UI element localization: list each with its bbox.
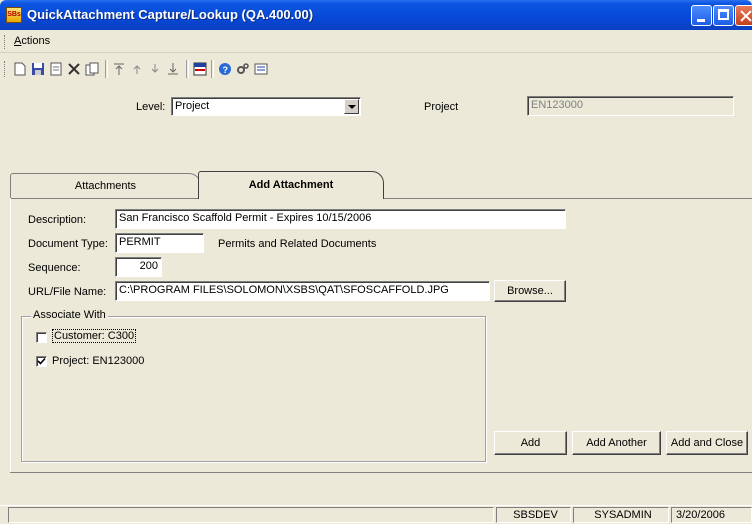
sequence-field[interactable]: 200 bbox=[115, 257, 162, 277]
copy-icon[interactable] bbox=[85, 62, 99, 76]
add-another-button[interactable]: Add Another bbox=[572, 431, 661, 455]
customer-checkbox[interactable] bbox=[36, 332, 47, 343]
first-record-icon[interactable] bbox=[112, 62, 126, 76]
close-button[interactable] bbox=[735, 5, 752, 26]
note-icon[interactable] bbox=[254, 62, 268, 76]
project-label: Project bbox=[424, 101, 459, 113]
tab-attachments[interactable]: Attachments bbox=[10, 173, 201, 198]
tab-panel-edge bbox=[10, 198, 11, 472]
save-icon[interactable] bbox=[31, 62, 45, 76]
description-field[interactable]: San Francisco Scaffold Permit - Expires … bbox=[115, 209, 566, 229]
previous-record-icon[interactable] bbox=[130, 62, 144, 76]
level-dropdown[interactable]: Project bbox=[171, 97, 361, 116]
project-checkbox-label[interactable]: Project: EN123000 bbox=[52, 355, 144, 367]
document-type-description: Permits and Related Documents bbox=[218, 238, 377, 250]
project-checkbox[interactable] bbox=[36, 356, 47, 367]
maximize-button[interactable] bbox=[713, 5, 734, 26]
url-field[interactable]: C:\PROGRAM FILES\SOLOMON\XSBS\QAT\SFOSCA… bbox=[115, 281, 490, 301]
browse-button[interactable]: Browse... bbox=[494, 280, 566, 302]
level-label: Level: bbox=[136, 101, 166, 113]
svg-text:?: ? bbox=[223, 65, 229, 75]
window-title: QuickAttachment Capture/Lookup (QA.400.0… bbox=[27, 7, 314, 22]
new-document-icon[interactable] bbox=[13, 62, 27, 76]
associate-with-title: Associate With bbox=[31, 309, 108, 321]
add-button[interactable]: Add bbox=[494, 431, 567, 455]
tools-icon[interactable] bbox=[236, 62, 250, 76]
checkmark-icon bbox=[37, 357, 46, 365]
menu-grip bbox=[4, 35, 7, 49]
toolbar-separator bbox=[186, 60, 189, 78]
sequence-label: Sequence: bbox=[28, 262, 81, 274]
level-value: Project bbox=[175, 100, 210, 112]
status-date: 3/20/2006 bbox=[671, 507, 752, 523]
edit-icon[interactable] bbox=[49, 62, 63, 76]
project-field[interactable]: EN123000 bbox=[527, 96, 734, 116]
next-record-icon[interactable] bbox=[148, 62, 162, 76]
delete-icon[interactable] bbox=[67, 62, 81, 76]
status-database: SBSDEV bbox=[496, 507, 571, 523]
minimize-button[interactable] bbox=[691, 5, 712, 26]
tab-add-attachment[interactable]: Add Attachment bbox=[198, 171, 384, 199]
toolbar-separator bbox=[105, 60, 108, 78]
customer-checkbox-label[interactable]: Customer: C300 bbox=[52, 329, 137, 343]
toolbar-separator bbox=[211, 60, 214, 78]
description-label: Description: bbox=[28, 214, 87, 226]
menu-bar bbox=[0, 30, 752, 53]
menu-actions[interactable]: Actions bbox=[14, 35, 50, 47]
chevron-down-icon[interactable] bbox=[344, 99, 359, 114]
last-record-icon[interactable] bbox=[166, 62, 180, 76]
toolbar-grip bbox=[4, 61, 7, 77]
add-and-close-button[interactable]: Add and Close bbox=[666, 431, 748, 455]
url-label: URL/File Name: bbox=[28, 286, 107, 298]
status-message bbox=[8, 507, 494, 523]
tab-panel-edge bbox=[10, 472, 752, 473]
app-icon[interactable]: SBs bbox=[6, 7, 22, 23]
status-user: SYSADMIN bbox=[573, 507, 669, 523]
table-view-icon[interactable] bbox=[193, 62, 207, 76]
document-type-field[interactable]: PERMIT bbox=[115, 233, 204, 253]
document-type-label: Document Type: bbox=[28, 238, 108, 250]
customer-checkbox-text: Customer: C300 bbox=[52, 329, 137, 343]
help-icon[interactable]: ? bbox=[218, 62, 232, 76]
